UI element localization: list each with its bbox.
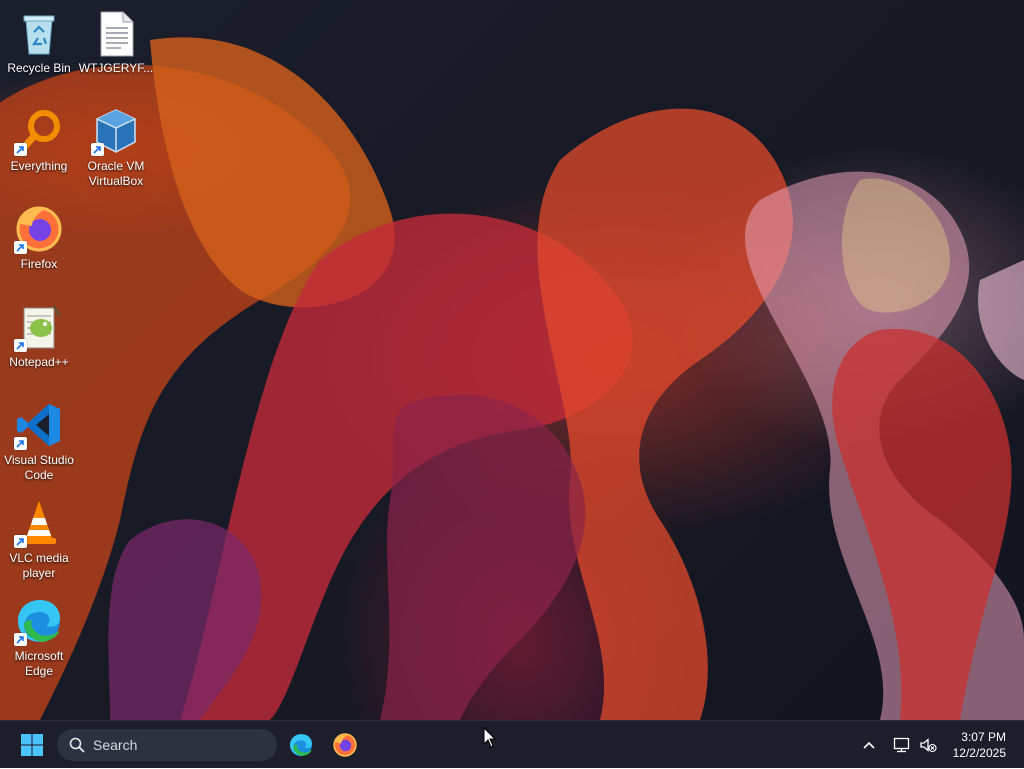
clock-date: 12/2/2025	[952, 746, 1006, 760]
taskbar-app-edge[interactable]	[284, 729, 318, 761]
mouse-cursor-icon	[483, 727, 497, 748]
vscode-icon	[14, 400, 64, 450]
windows-logo-icon	[21, 734, 43, 756]
desktop-icon-label: Everything	[10, 159, 68, 173]
taskbar-clock[interactable]: 3:07 PM 12/2/2025	[953, 729, 1006, 761]
search-placeholder: Search	[93, 737, 138, 753]
desktop-icon-label: WTJGERYF...	[78, 61, 154, 75]
tray-overflow-button[interactable]	[856, 721, 882, 769]
start-button[interactable]	[14, 730, 50, 760]
taskbar-search-box[interactable]: Search	[57, 729, 277, 761]
virtualbox-icon	[91, 106, 141, 156]
network-icon	[893, 737, 910, 753]
desktop-icon-label: Microsoft Edge	[14, 649, 64, 678]
shortcut-arrow-icon	[14, 339, 27, 352]
desktop-background: Recycle Bin WTJGERYF... Everything Oracl…	[0, 0, 1024, 720]
recycle-bin-icon	[14, 8, 64, 58]
volume-muted-icon	[920, 738, 937, 753]
clock-time: 3:07 PM	[961, 730, 1006, 744]
notepadpp-icon	[14, 302, 64, 352]
shortcut-arrow-icon	[14, 633, 27, 646]
firefox-icon	[14, 204, 64, 254]
vlc-icon	[14, 498, 64, 548]
everything-search-icon	[14, 106, 64, 156]
desktop-icon-vscode[interactable]: Visual Studio Code	[1, 396, 77, 486]
taskbar-app-firefox[interactable]	[328, 729, 362, 761]
chevron-up-icon	[863, 741, 875, 749]
edge-icon	[14, 596, 64, 646]
desktop-icon-text-file[interactable]: WTJGERYF...	[78, 4, 154, 94]
firefox-icon	[333, 733, 357, 757]
desktop-icon-label: Firefox	[20, 257, 58, 271]
shortcut-arrow-icon	[91, 143, 104, 156]
desktop-icon-label: Visual Studio Code	[4, 453, 74, 482]
desktop-icon-notepadpp[interactable]: Notepad++	[1, 298, 77, 388]
desktop-icon-recycle-bin[interactable]: Recycle Bin	[1, 4, 77, 94]
taskbar: Search 3:07 PM 12/2/2025	[0, 720, 1024, 768]
desktop-icon-edge[interactable]: Microsoft Edge	[1, 592, 77, 682]
search-icon	[69, 737, 85, 753]
text-file-icon	[91, 8, 141, 58]
desktop-icon-firefox[interactable]: Firefox	[1, 200, 77, 290]
tray-network-volume-button[interactable]	[886, 721, 944, 769]
desktop-icon-everything[interactable]: Everything	[1, 102, 77, 192]
shortcut-arrow-icon	[14, 437, 27, 450]
desktop-icon-label: Oracle VM VirtualBox	[87, 159, 145, 188]
edge-icon	[290, 734, 312, 756]
desktop-icon-virtualbox[interactable]: Oracle VM VirtualBox	[78, 102, 154, 192]
desktop-icon-label: Recycle Bin	[7, 61, 71, 75]
desktop-icon-label: Notepad++	[9, 355, 69, 369]
desktop-icon-vlc[interactable]: VLC media player	[1, 494, 77, 584]
shortcut-arrow-icon	[14, 143, 27, 156]
shortcut-arrow-icon	[14, 535, 27, 548]
desktop-icon-label: VLC media player	[9, 551, 69, 580]
shortcut-arrow-icon	[14, 241, 27, 254]
